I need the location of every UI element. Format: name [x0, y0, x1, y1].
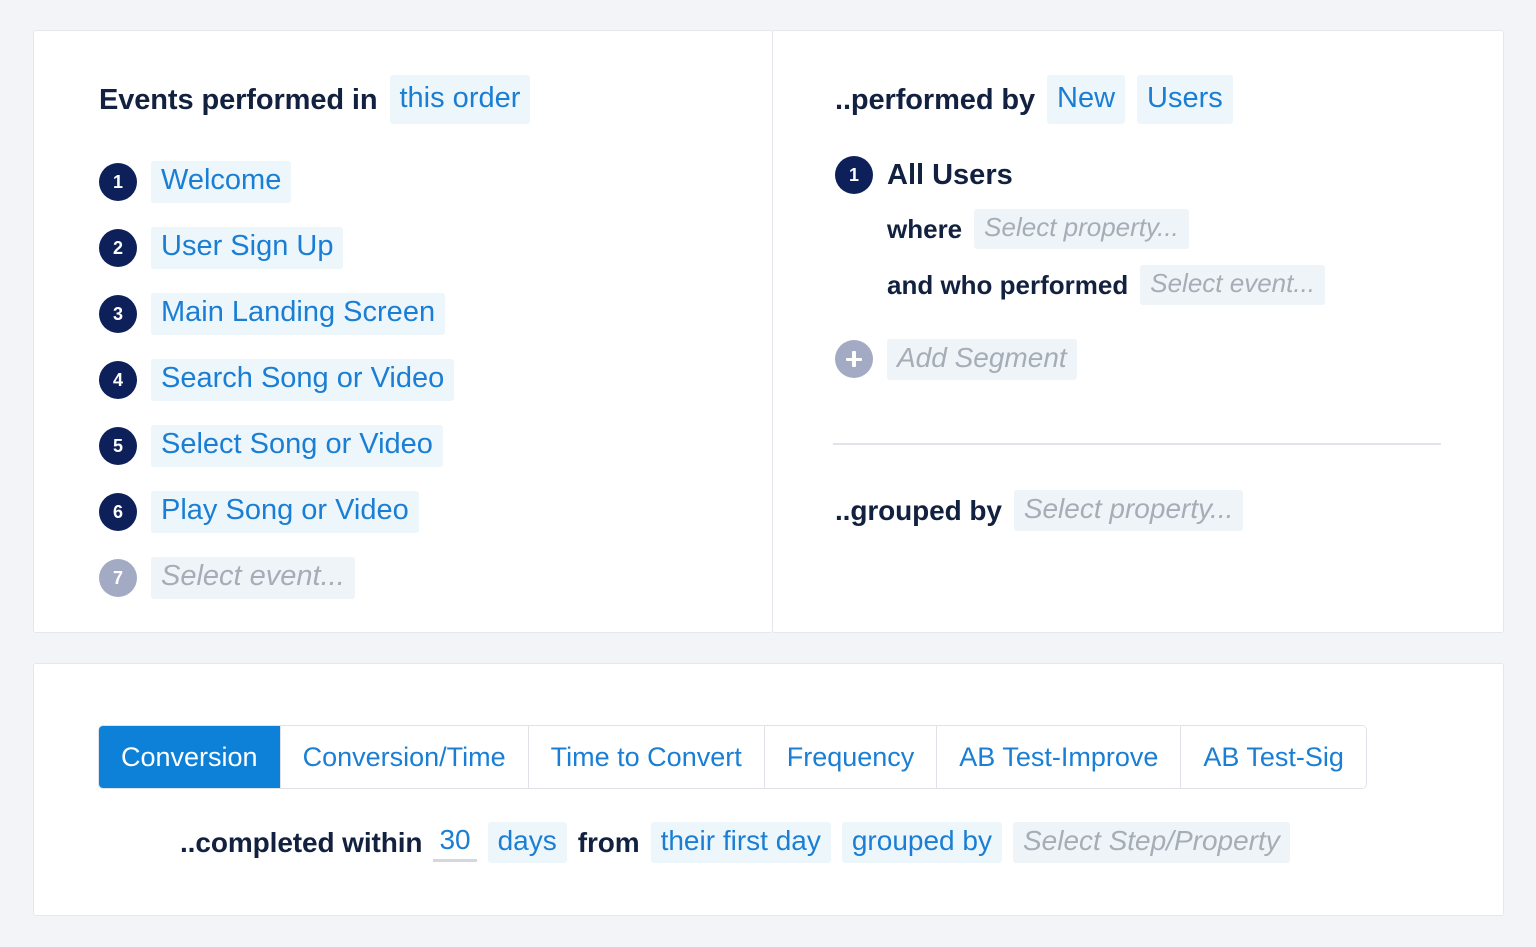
segment-title-row: 1 All Users — [835, 149, 1475, 201]
tab-conversion[interactable]: Conversion — [99, 726, 281, 788]
funnel-builder-page: Events performed in this order 1 Welcome… — [0, 0, 1536, 947]
event-step-select-placeholder[interactable]: Select event... — [151, 557, 355, 599]
conversion-anchor-selector[interactable]: their first day — [650, 822, 831, 863]
measurement-panel-card: Conversion Conversion/Time Time to Conve… — [33, 663, 1504, 916]
event-step-row-empty[interactable]: 7 Select event... — [99, 545, 739, 611]
tab-time-to-convert[interactable]: Time to Convert — [528, 726, 765, 788]
step-number-badge: 4 — [99, 361, 137, 399]
step-number-badge: 3 — [99, 295, 137, 333]
measurement-tab-bar: Conversion Conversion/Time Time to Conve… — [98, 725, 1367, 789]
and-who-performed-label: and who performed — [887, 269, 1129, 300]
completed-within-label: ..completed within — [180, 826, 423, 858]
segments-panel-card: ..performed by New Users 1 All Users whe… — [772, 30, 1504, 633]
events-order-selector[interactable]: this order — [389, 75, 531, 124]
event-step-value[interactable]: Main Landing Screen — [151, 293, 446, 335]
step-number-badge-inactive: 7 — [99, 559, 137, 597]
segment-title[interactable]: All Users — [887, 159, 1013, 192]
event-step-value[interactable]: Play Song or Video — [151, 491, 419, 533]
segments-panel-header: ..performed by New Users — [835, 75, 1233, 124]
group-step-property-select[interactable]: Select Step/Property — [1012, 822, 1290, 863]
conversion-window-row: ..completed within 30 days from their fi… — [180, 822, 1290, 863]
event-step-row[interactable]: 6 Play Song or Video — [99, 479, 739, 545]
where-property-select[interactable]: Select property... — [974, 209, 1189, 249]
add-segment-row[interactable]: Add Segment — [835, 329, 1475, 389]
events-header-label: Events performed in — [99, 83, 378, 116]
grouped-by-property-select[interactable]: Select property... — [1013, 490, 1244, 531]
performed-by-label: ..performed by — [835, 83, 1036, 116]
event-step-value[interactable]: User Sign Up — [151, 227, 344, 269]
add-segment-label[interactable]: Add Segment — [887, 338, 1077, 380]
event-step-row[interactable]: 1 Welcome — [99, 149, 739, 215]
event-step-list: 1 Welcome 2 User Sign Up 3 Main Landing … — [99, 149, 739, 611]
tab-conversion-time[interactable]: Conversion/Time — [280, 726, 529, 788]
grouped-by-label: ..grouped by — [835, 494, 1002, 526]
event-step-value[interactable]: Welcome — [151, 161, 292, 203]
event-step-value[interactable]: Select Song or Video — [151, 425, 443, 467]
segment-definition-block: 1 All Users where Select property... and… — [835, 149, 1475, 389]
user-scope-selector-new[interactable]: New — [1047, 75, 1126, 124]
grouped-by-toggle[interactable]: grouped by — [841, 822, 1002, 863]
plus-icon[interactable] — [835, 340, 873, 378]
performed-event-select[interactable]: Select event... — [1140, 265, 1326, 305]
grouped-by-row: ..grouped by Select property... — [835, 490, 1244, 531]
segment-where-row: where Select property... — [835, 201, 1475, 257]
step-number-badge: 2 — [99, 229, 137, 267]
user-scope-selector-users[interactable]: Users — [1137, 75, 1233, 124]
step-number-badge: 1 — [99, 163, 137, 201]
segments-divider — [833, 443, 1441, 445]
conversion-window-input[interactable]: 30 — [433, 824, 477, 862]
step-number-badge: 5 — [99, 427, 137, 465]
segment-performed-row: and who performed Select event... — [835, 257, 1475, 313]
where-label: where — [887, 213, 963, 244]
event-step-row[interactable]: 5 Select Song or Video — [99, 413, 739, 479]
tab-ab-test-sig[interactable]: AB Test-Sig — [1181, 726, 1366, 788]
tab-ab-test-improve[interactable]: AB Test-Improve — [937, 726, 1182, 788]
conversion-window-unit-selector[interactable]: days — [487, 822, 567, 863]
events-panel-card: Events performed in this order 1 Welcome… — [33, 30, 773, 633]
step-number-badge: 6 — [99, 493, 137, 531]
from-label: from — [577, 826, 640, 858]
segment-number-badge: 1 — [835, 156, 873, 194]
event-step-row[interactable]: 4 Search Song or Video — [99, 347, 739, 413]
event-step-row[interactable]: 2 User Sign Up — [99, 215, 739, 281]
event-step-row[interactable]: 3 Main Landing Screen — [99, 281, 739, 347]
event-step-value[interactable]: Search Song or Video — [151, 359, 455, 401]
events-panel-header: Events performed in this order — [99, 75, 531, 124]
tab-frequency[interactable]: Frequency — [764, 726, 938, 788]
